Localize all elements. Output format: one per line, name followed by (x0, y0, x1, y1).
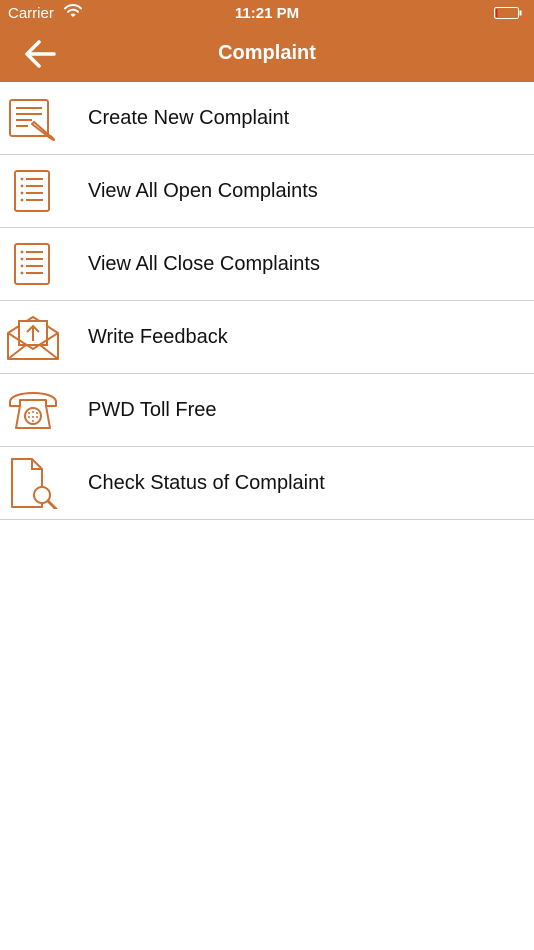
header: Carrier 11:21 PM Complaint (0, 0, 534, 82)
menu-item-label: Create New Complaint (88, 107, 290, 129)
status-time: 11:21 PM (234, 5, 300, 22)
menu-item-view-close-complaints[interactable]: View All Close Complaints (0, 228, 534, 301)
arrow-left-icon (25, 40, 56, 68)
back-button[interactable] (20, 36, 60, 72)
list-document-icon (14, 243, 50, 285)
edit-document-icon (9, 99, 56, 142)
envelope-upload-icon (7, 316, 59, 360)
telephone-icon (9, 392, 57, 429)
menu-item-label: View All Open Complaints (88, 180, 318, 202)
menu-item-create-new-complaint[interactable]: Create New Complaint (0, 82, 534, 155)
menu-item-label: Write Feedback (88, 326, 228, 348)
menu-item-view-open-complaints[interactable]: View All Open Complaints (0, 155, 534, 228)
menu-item-check-status[interactable]: Check Status of Complaint (0, 447, 534, 520)
menu-item-label: PWD Toll Free (88, 399, 217, 421)
menu-item-write-feedback[interactable]: Write Feedback (0, 301, 534, 374)
status-bar: Carrier 11:21 PM (0, 0, 534, 28)
page-title: Complaint (218, 42, 316, 64)
navigation-bar: Complaint (0, 28, 534, 82)
battery-icon (494, 7, 522, 19)
complaint-menu: Create New Complaint View All Open Compl… (0, 82, 534, 520)
document-search-icon (11, 458, 58, 509)
complaint-screen: Carrier 11:21 PM Complaint Create New Co… (0, 0, 534, 950)
menu-item-pwd-toll-free[interactable]: PWD Toll Free (0, 374, 534, 447)
menu-item-label: Check Status of Complaint (88, 472, 325, 494)
menu-item-label: View All Close Complaints (88, 253, 320, 275)
list-document-icon (14, 170, 50, 212)
